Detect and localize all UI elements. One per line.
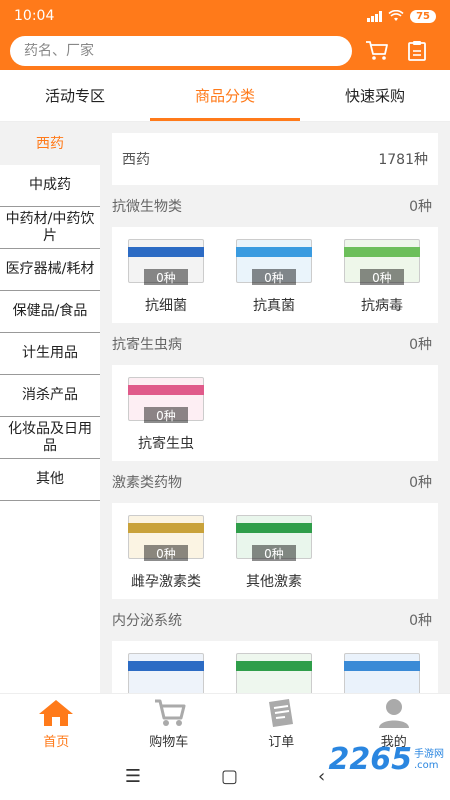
product-count: 0种 bbox=[252, 269, 296, 285]
product-name: 雌孕激素类 bbox=[131, 574, 201, 590]
product-item[interactable]: 0种 其他激素 bbox=[220, 509, 328, 591]
user-icon bbox=[378, 698, 409, 728]
subcategory-header: 抗寄生虫病 0种 bbox=[112, 323, 438, 365]
subcategory-products: 0种 雌孕激素类 0种 其他激素 bbox=[112, 503, 438, 599]
nav-home-label: 首页 bbox=[43, 734, 70, 750]
product-image: 0种 bbox=[340, 233, 424, 291]
subcategory-count: 0种 bbox=[409, 613, 432, 629]
product-item[interactable] bbox=[220, 647, 328, 693]
watermark-domain: .com bbox=[414, 759, 439, 771]
product-name: 其他激素 bbox=[246, 574, 302, 590]
tab-quick-purchase[interactable]: 快速采购 bbox=[300, 70, 450, 121]
watermark-number: 2265 bbox=[328, 742, 413, 777]
category-total-count: 1781种 bbox=[378, 152, 428, 168]
status-bar: 10:04 75 bbox=[0, 0, 450, 32]
product-count: 0种 bbox=[144, 407, 188, 423]
status-time: 10:04 bbox=[14, 8, 55, 24]
category-content: 西药 1781种 抗微生物类 0种 0种 抗细菌 0种 抗真菌 0种 抗病毒 抗… bbox=[100, 123, 450, 693]
subcategory-products bbox=[112, 641, 438, 693]
product-count: 0种 bbox=[360, 269, 404, 285]
tab-activity-zone[interactable]: 活动专区 bbox=[0, 70, 150, 121]
sidebar-item-western-medicine[interactable]: 西药 bbox=[0, 123, 100, 165]
product-count: 0种 bbox=[144, 269, 188, 285]
watermark-logo: 2265 手游网 .com bbox=[329, 742, 445, 777]
app-header bbox=[0, 32, 450, 70]
top-tabs: 活动专区 商品分类 快速采购 bbox=[0, 70, 450, 122]
product-image bbox=[340, 647, 424, 693]
status-icons: 75 bbox=[367, 9, 436, 23]
signal-icon bbox=[367, 10, 383, 22]
product-name: 抗细菌 bbox=[145, 298, 187, 314]
product-image: 0种 bbox=[232, 233, 316, 291]
product-name: 抗寄生虫 bbox=[138, 436, 194, 452]
product-image bbox=[124, 647, 208, 693]
sidebar-item-chinese-patent-medicine[interactable]: 中成药 bbox=[0, 165, 100, 207]
cart-icon bbox=[154, 699, 186, 726]
product-item[interactable] bbox=[112, 647, 220, 693]
search-input[interactable] bbox=[24, 43, 352, 59]
menu-icon[interactable]: ☰ bbox=[125, 766, 141, 787]
back-icon[interactable]: ‹ bbox=[318, 766, 325, 787]
product-image: 0种 bbox=[124, 371, 208, 429]
subcategory-products: 0种 抗寄生虫 bbox=[112, 365, 438, 461]
cart-icon[interactable] bbox=[362, 36, 392, 66]
product-count: 0种 bbox=[252, 545, 296, 561]
sidebar-item-other[interactable]: 其他 bbox=[0, 459, 100, 501]
nav-home[interactable]: 首页 bbox=[0, 694, 113, 753]
product-image: 0种 bbox=[124, 233, 208, 291]
subcategory-name: 抗寄生虫病 bbox=[112, 337, 182, 353]
battery-icon: 75 bbox=[410, 9, 436, 23]
category-sidebar: 西药 中成药 中药材/中药饮片 医疗器械/耗材 保健品/食品 计生用品 消杀产品… bbox=[0, 123, 100, 693]
tab-product-category[interactable]: 商品分类 bbox=[150, 70, 300, 121]
search-bar[interactable] bbox=[10, 36, 352, 66]
sidebar-item-disinfection[interactable]: 消杀产品 bbox=[0, 375, 100, 417]
subcategory-header: 激素类药物 0种 bbox=[112, 461, 438, 503]
subcategory-count: 0种 bbox=[409, 337, 432, 353]
product-image: 0种 bbox=[124, 509, 208, 567]
home-square-icon[interactable]: ▢ bbox=[221, 766, 238, 787]
subcategory-header: 内分泌系统 0种 bbox=[112, 599, 438, 641]
category-total-row[interactable]: 西药 1781种 bbox=[112, 133, 438, 185]
subcategory-count: 0种 bbox=[409, 199, 432, 215]
product-item[interactable] bbox=[328, 647, 436, 693]
watermark-text: 手游网 bbox=[414, 748, 444, 760]
product-count: 0种 bbox=[144, 545, 188, 561]
subcategory-name: 激素类药物 bbox=[112, 475, 182, 491]
product-image: 0种 bbox=[232, 509, 316, 567]
sidebar-item-herbal-medicine[interactable]: 中药材/中药饮片 bbox=[0, 207, 100, 249]
nav-cart[interactable]: 购物车 bbox=[113, 694, 226, 753]
nav-cart-label: 购物车 bbox=[149, 734, 189, 750]
subcategory-count: 0种 bbox=[409, 475, 432, 491]
category-total-name: 西药 bbox=[122, 152, 150, 168]
product-name: 抗真菌 bbox=[253, 298, 295, 314]
product-image bbox=[232, 647, 316, 693]
product-item[interactable]: 0种 抗细菌 bbox=[112, 233, 220, 315]
product-item[interactable]: 0种 抗寄生虫 bbox=[112, 371, 220, 453]
product-item[interactable]: 0种 抗病毒 bbox=[328, 233, 436, 315]
wifi-icon bbox=[388, 10, 404, 21]
clipboard-icon[interactable] bbox=[402, 36, 432, 66]
sidebar-item-cosmetics[interactable]: 化妆品及日用品 bbox=[0, 417, 100, 459]
subcategory-products: 0种 抗细菌 0种 抗真菌 0种 抗病毒 bbox=[112, 227, 438, 323]
subcategory-name: 内分泌系统 bbox=[112, 613, 182, 629]
sidebar-item-medical-devices[interactable]: 医疗器械/耗材 bbox=[0, 249, 100, 291]
nav-orders[interactable]: 订单 bbox=[225, 694, 338, 753]
sidebar-item-health-food[interactable]: 保健品/食品 bbox=[0, 291, 100, 333]
product-item[interactable]: 0种 抗真菌 bbox=[220, 233, 328, 315]
home-icon bbox=[39, 699, 74, 726]
product-item[interactable]: 0种 雌孕激素类 bbox=[112, 509, 220, 591]
sidebar-item-family-planning[interactable]: 计生用品 bbox=[0, 333, 100, 375]
nav-orders-label: 订单 bbox=[268, 734, 295, 750]
subcategory-header: 抗微生物类 0种 bbox=[112, 185, 438, 227]
order-icon bbox=[269, 698, 294, 727]
subcategory-name: 抗微生物类 bbox=[112, 199, 182, 215]
product-name: 抗病毒 bbox=[361, 298, 403, 314]
